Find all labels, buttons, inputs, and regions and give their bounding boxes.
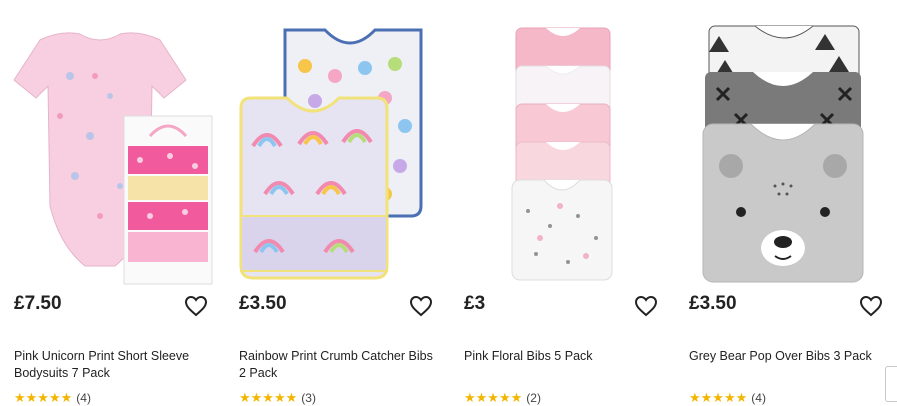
product-image[interactable]: [450, 16, 668, 288]
product-price: £3: [464, 293, 486, 314]
review-count[interactable]: (4): [76, 391, 91, 405]
heart-outline-icon[interactable]: [409, 294, 433, 318]
heart-outline-icon[interactable]: [859, 294, 883, 318]
review-count[interactable]: (2): [526, 391, 541, 405]
star-rating-icon: ★★★★★: [239, 390, 298, 405]
product-rating: ★★★★★ (3): [239, 390, 316, 406]
review-count[interactable]: (4): [751, 391, 766, 405]
star-rating-icon: ★★★★★: [464, 390, 523, 405]
product-rating: ★★★★★ (2): [464, 390, 541, 406]
product-title[interactable]: Rainbow Print Crumb Catcher Bibs 2 Pack: [239, 348, 434, 382]
product-image[interactable]: [225, 16, 443, 288]
product-rating: ★★★★★ (4): [14, 390, 91, 406]
product-price: £7.50: [14, 293, 62, 314]
side-feedback-tab[interactable]: [885, 366, 897, 402]
heart-outline-icon[interactable]: [184, 294, 208, 318]
product-grid: £7.50 Pink Unicorn Print Short Sleeve Bo…: [0, 0, 897, 405]
product-title[interactable]: Pink Floral Bibs 5 Pack: [464, 348, 659, 365]
product-card[interactable]: £7.50 Pink Unicorn Print Short Sleeve Bo…: [0, 0, 218, 405]
product-image[interactable]: [0, 16, 218, 288]
product-card[interactable]: £3.50 Rainbow Print Crumb Catcher Bibs 2…: [225, 0, 443, 405]
product-card[interactable]: £3.50 Grey Bear Pop Over Bibs 3 Pack ★★★…: [675, 0, 893, 405]
product-title[interactable]: Pink Unicorn Print Short Sleeve Bodysuit…: [14, 348, 209, 382]
product-title[interactable]: Grey Bear Pop Over Bibs 3 Pack: [689, 348, 884, 365]
heart-outline-icon[interactable]: [634, 294, 658, 318]
product-rating: ★★★★★ (4): [689, 390, 766, 406]
product-price: £3.50: [689, 293, 737, 314]
product-price: £3.50: [239, 293, 287, 314]
review-count[interactable]: (3): [301, 391, 316, 405]
star-rating-icon: ★★★★★: [689, 390, 748, 405]
product-image[interactable]: [675, 16, 893, 288]
star-rating-icon: ★★★★★: [14, 390, 73, 405]
product-card[interactable]: £3 Pink Floral Bibs 5 Pack ★★★★★ (2): [450, 0, 668, 405]
